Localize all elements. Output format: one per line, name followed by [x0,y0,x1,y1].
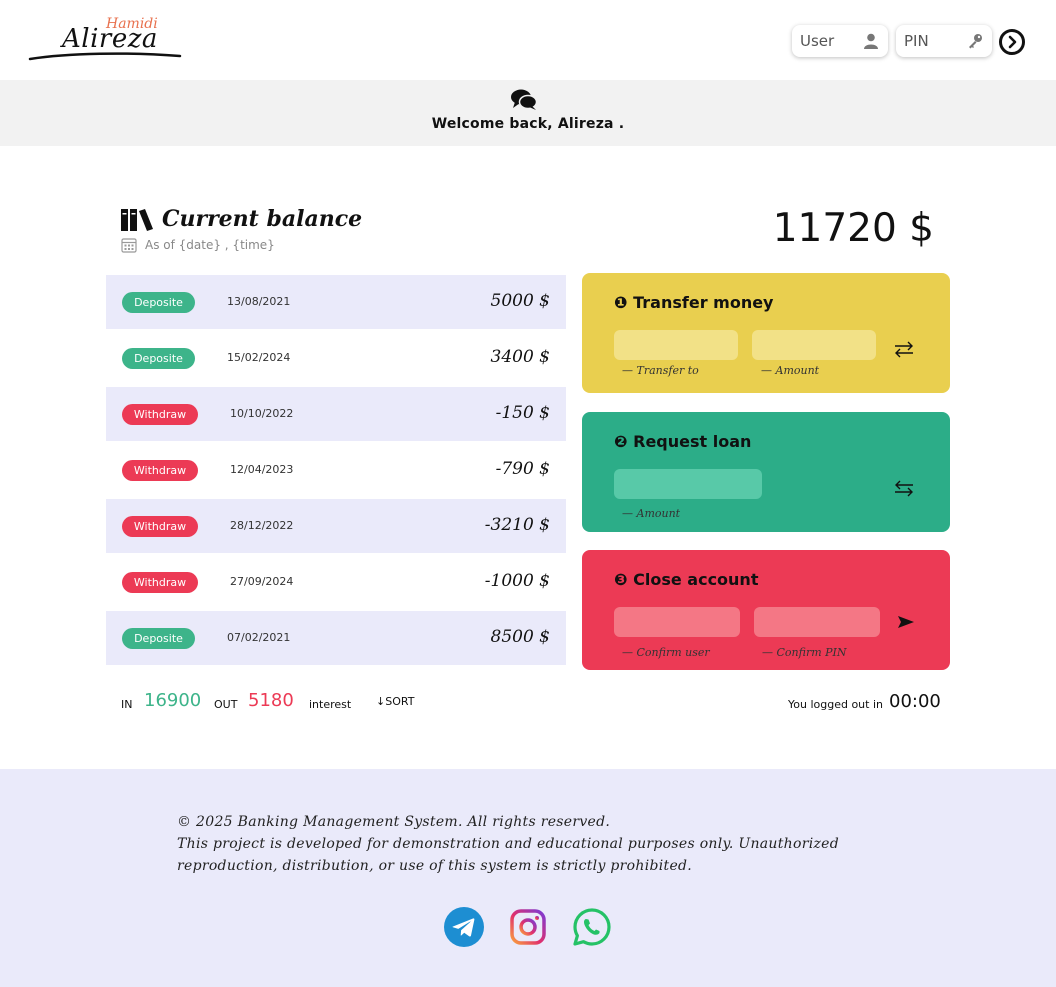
calendar-icon [121,238,137,253]
key-icon [966,32,984,50]
transfer-title: ❶ Transfer money [614,293,774,312]
movement-row: Withdraw 12/04/2023 -790 $ [106,443,566,497]
confirm-user-input[interactable] [614,607,740,637]
movement-type-badge: Withdraw [122,572,198,593]
movement-amount: 5000 $ [490,291,550,311]
books-icon [121,209,153,231]
header: Hamidi Alireza User PIN [0,0,1056,80]
movement-type-badge: Withdraw [122,404,198,425]
movement-date: 10/10/2022 [230,407,294,420]
movement-amount: 8500 $ [490,627,550,647]
movement-row: Deposite 07/02/2021 8500 $ [106,611,566,665]
confirm-pin-input[interactable] [754,607,880,637]
loan-amount-label: — Amount [622,507,681,520]
user-icon [862,32,880,50]
movement-row: Deposite 15/02/2024 3400 $ [106,331,566,385]
loan-title: ❷ Request loan [614,432,752,451]
movement-amount: -790 $ [495,459,550,479]
summary-bar: IN 16900 OUT 5180 interest ↓SORT You log… [121,688,941,718]
movement-date: 28/12/2022 [230,519,294,532]
movement-row: Deposite 13/08/2021 5000 $ [106,275,566,329]
whatsapp-icon [573,908,611,946]
movement-type-badge: Withdraw [122,516,198,537]
transfer-amount-input[interactable] [752,330,876,360]
summary-interest-label: interest [309,698,352,711]
confirm-pin-label: — Confirm PIN [762,646,847,659]
footer-copyright: © 2025 Banking Management System. All ri… [177,814,611,830]
movement-type-badge: Deposite [122,628,195,649]
welcome-banner: Welcome back, Alireza . [0,80,1056,146]
footer-disclaimer: This project is developed for demonstrat… [177,836,840,874]
movements-list: Deposite 13/08/2021 5000 $ Deposite 15/0… [106,275,566,667]
logo: Hamidi Alireza [28,14,188,66]
instagram-link[interactable] [507,906,549,948]
summary-out-label: OUT [214,698,238,711]
movement-date: 07/02/2021 [227,631,291,644]
footer: © 2025 Banking Management System. All ri… [0,769,1056,987]
transfer-amount-label: — Amount [761,364,820,377]
logout-timer: 00:00 [889,691,941,712]
balance-title: Current balance [162,206,363,232]
movement-date: 13/08/2021 [227,295,291,308]
user-input-placeholder: User [800,32,835,50]
logo-underline [28,52,182,61]
loan-button[interactable] [892,476,916,500]
whatsapp-link[interactable] [571,906,613,948]
swap-arrows-reverse-icon [895,480,913,497]
send-arrow-icon [898,616,914,628]
transfer-to-label: — Transfer to [622,364,699,377]
movement-amount: -3210 $ [484,515,550,535]
movement-amount: -1000 $ [484,571,550,591]
movement-type-badge: Withdraw [122,460,198,481]
balance-date: As of {date} , {time} [121,237,275,253]
movement-row: Withdraw 10/10/2022 -150 $ [106,387,566,441]
instagram-icon [510,909,546,945]
pin-input-placeholder: PIN [904,32,929,50]
transfer-to-input[interactable] [614,330,738,360]
balance-amount: 11720 $ [772,206,934,251]
movement-amount: 3400 $ [490,347,550,367]
movement-date: 27/09/2024 [230,575,294,588]
welcome-message: Welcome back, Alireza . [431,116,625,132]
movement-date: 12/04/2023 [230,463,294,476]
movement-type-badge: Deposite [122,292,195,313]
logout-timer-label: You logged out in [788,698,883,711]
summary-in-value: 16900 [144,690,202,711]
chat-bubbles-icon [511,89,537,110]
summary-in-label: IN [121,698,133,711]
user-input[interactable]: User [792,25,888,57]
footer-text: © 2025 Banking Management System. All ri… [177,811,897,877]
transfer-button[interactable] [892,337,916,361]
movement-amount: -150 $ [495,403,550,423]
movement-type-badge: Deposite [122,348,195,369]
transfer-card: ❶ Transfer money — Transfer to — Amount [582,273,950,393]
movement-row: Withdraw 28/12/2022 -3210 $ [106,499,566,553]
arrow-right-circle-icon [1008,35,1017,49]
login-button[interactable] [999,29,1025,55]
pin-input[interactable]: PIN [896,25,992,57]
confirm-user-label: — Confirm user [622,646,710,659]
close-account-card: ❸ Close account — Confirm user — Confirm… [582,550,950,670]
swap-arrows-icon [895,341,913,358]
movement-row: Withdraw 27/09/2024 -1000 $ [106,555,566,609]
loan-amount-input[interactable] [614,469,762,499]
telegram-icon [444,907,484,947]
telegram-link[interactable] [443,906,485,948]
sort-button[interactable]: ↓SORT [376,695,414,708]
close-account-button[interactable] [894,610,918,634]
loan-card: ❷ Request loan — Amount [582,412,950,532]
close-title: ❸ Close account [614,570,759,589]
summary-out-value: 5180 [248,690,294,711]
balance-date-text: As of {date} , {time} [145,238,275,252]
movement-date: 15/02/2024 [227,351,291,364]
